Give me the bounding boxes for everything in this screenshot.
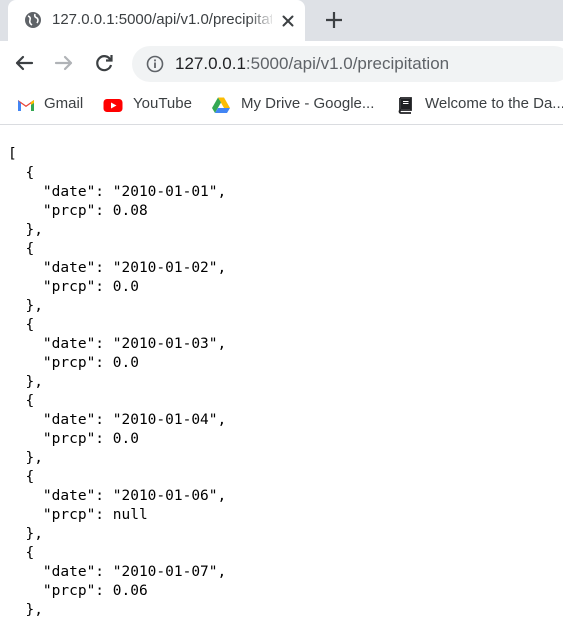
youtube-icon [103,95,123,115]
bookmark-label: Welcome to the Da... [425,95,563,112]
url-path: :5000/api/v1.0/precipitation [245,54,450,73]
tab-strip: 127.0.0.1:5000/api/v1.0/precipitation [0,0,563,41]
bookmark-label: My Drive - Google... [241,95,375,112]
tab-title: 127.0.0.1:5000/api/v1.0/precipitation [52,11,272,28]
browser-toolbar: 127.0.0.1:5000/api/v1.0/precipitation [0,41,563,86]
json-response-text: [ { "date": "2010-01-01", "prcp": 0.08 }… [8,146,227,618]
bookmark-label: Gmail [44,95,84,112]
page-content: [ { "date": "2010-01-01", "prcp": 0.08 }… [0,125,563,619]
tab-title-fade [248,8,276,32]
url-text[interactable]: 127.0.0.1:5000/api/v1.0/precipitation [175,54,449,74]
gmail-icon [16,95,36,115]
back-arrow-icon[interactable] [12,51,36,75]
bookmarks-bar: Gmail YouTube My Drive - Google... Welco… [0,86,563,125]
address-bar[interactable]: 127.0.0.1:5000/api/v1.0/precipitation [132,46,563,82]
tab-active[interactable]: 127.0.0.1:5000/api/v1.0/precipitation [8,0,305,41]
close-icon[interactable] [278,11,298,31]
book-icon [395,95,415,115]
info-icon[interactable] [146,55,164,73]
plus-icon[interactable] [322,8,346,32]
bookmark-label: YouTube [133,95,192,112]
reload-icon[interactable] [92,51,116,75]
forward-arrow-icon[interactable] [52,51,76,75]
globe-icon [24,11,42,29]
url-host: 127.0.0.1 [175,54,246,73]
google-drive-icon [211,95,231,115]
